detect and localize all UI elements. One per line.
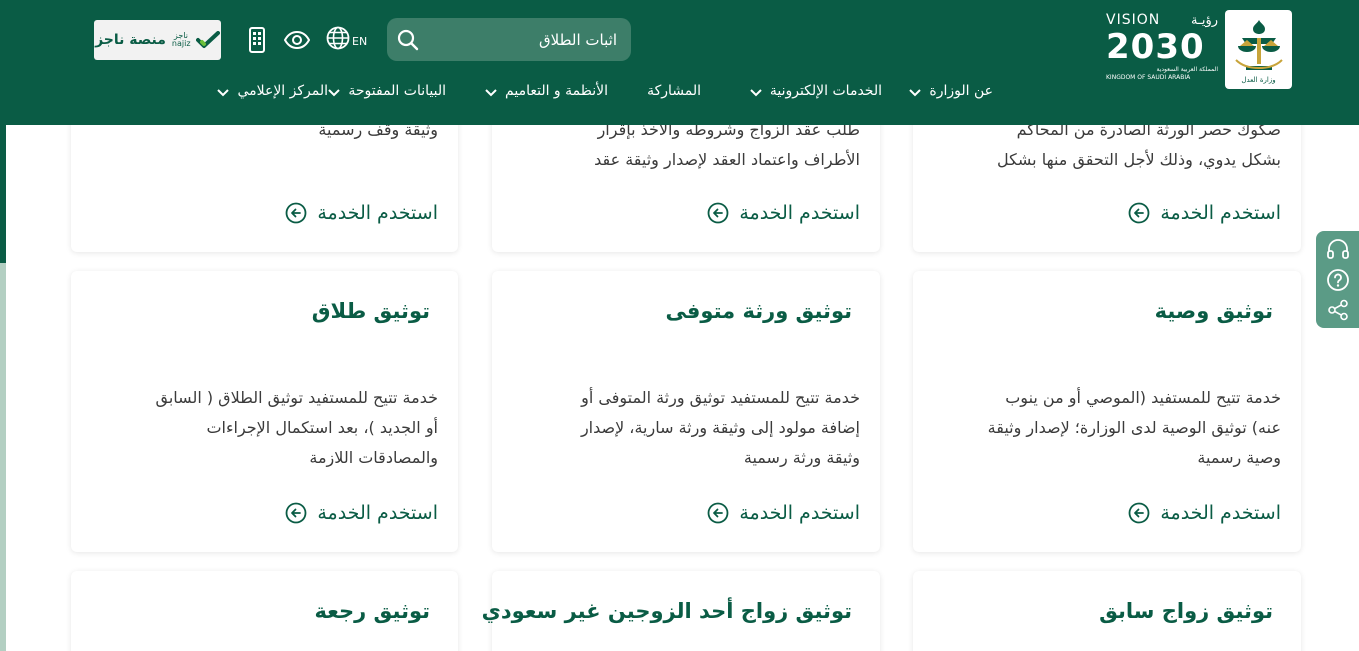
- nav-label: الخدمات الإلكترونية: [769, 83, 882, 99]
- service-card-title: توثيق ورثة متوفى: [665, 299, 852, 323]
- service-card-title: توثيق وصية: [1154, 299, 1273, 323]
- language-label: EN: [352, 35, 368, 48]
- use-service-link[interactable]: استخدم الخدمة: [1128, 202, 1281, 224]
- use-service-link[interactable]: استخدم الخدمة: [285, 502, 438, 524]
- use-service-link[interactable]: استخدم الخدمة: [707, 202, 860, 224]
- vision-number: 2030: [1106, 27, 1205, 67]
- vision-2030-logo: VISION رؤيـة 2030 المملكة العربية السعود…: [1106, 12, 1218, 88]
- chevron-down-icon: [217, 86, 230, 97]
- nav-label: المركز الإعلامي: [237, 83, 328, 99]
- headset-support-icon[interactable]: [1326, 238, 1350, 260]
- nav-label: البيانات المفتوحة: [348, 83, 446, 99]
- ministry-emblem-icon: [1234, 19, 1283, 70]
- help-question-icon[interactable]: [1326, 268, 1350, 292]
- arrow-left-circle-icon: [285, 502, 307, 524]
- service-card-title: توثيق طلاق: [311, 299, 430, 323]
- mobile-app-icon[interactable]: [243, 26, 271, 54]
- nav-e-services[interactable]: الخدمات الإلكترونية: [750, 81, 882, 101]
- vision-subtitle-arabic: المملكة العربية السعودية: [1156, 66, 1218, 73]
- eye-accessibility-icon[interactable]: [283, 26, 311, 54]
- service-card-heirs: توثيق ورثة متوفى خدمة تتيح للمستفيد توثي…: [492, 271, 880, 552]
- ministry-caption: وزارة العدل: [1241, 75, 1276, 84]
- najiz-logo-tag: ناجز najiz: [171, 31, 191, 48]
- service-card-description: خدمة تتيح للمستفيد توثيق ورثة المتوفى أو…: [580, 388, 860, 467]
- service-card-description: خدمة تتيح للمستفيد (الموصي أو من ينوب عن…: [987, 388, 1281, 467]
- vision-word: VISION: [1106, 12, 1161, 28]
- vision-arabic-word: رؤيـة: [1191, 12, 1218, 28]
- page-scrollbar[interactable]: [0, 125, 6, 651]
- search-icon[interactable]: [397, 29, 419, 51]
- chevron-down-icon: [485, 86, 497, 97]
- search-input[interactable]: [437, 30, 617, 49]
- nav-regulations[interactable]: الأنظمة و التعاميم: [485, 81, 608, 101]
- vision-subtitle-english: KINGDOM OF SAUDI ARABIA: [1106, 74, 1191, 81]
- najiz-platform-button[interactable]: منصة ناجز ناجز najiz: [94, 20, 221, 60]
- najiz-check-icon: [195, 31, 220, 49]
- chevron-down-icon: [909, 86, 922, 97]
- page-scrollbar-thumb[interactable]: [0, 125, 6, 263]
- language-switcher[interactable]: EN: [326, 26, 367, 50]
- nav-participation[interactable]: المشاركة: [647, 81, 701, 101]
- nav-open-data[interactable]: البيانات المفتوحة: [328, 81, 446, 101]
- arrow-left-circle-icon: [285, 202, 307, 224]
- service-card-divorce: توثيق طلاق خدمة تتيح للمستفيد توثيق الطل…: [71, 271, 458, 552]
- floating-help-widget: [1316, 231, 1359, 328]
- globe-icon: [326, 26, 350, 50]
- arrow-left-circle-icon: [1128, 202, 1150, 224]
- site-header: منصة ناجز ناجز najiz EN VISION رؤيـة 203…: [0, 0, 1359, 125]
- service-card-previous-marriage: توثيق زواج سابق: [913, 571, 1301, 651]
- nav-about-ministry[interactable]: عن الوزارة: [909, 81, 993, 101]
- arrow-left-circle-icon: [707, 502, 729, 524]
- use-service-link[interactable]: استخدم الخدمة: [1128, 502, 1281, 524]
- share-icon[interactable]: [1327, 299, 1349, 321]
- arrow-left-circle-icon: [1128, 502, 1150, 524]
- arrow-left-circle-icon: [707, 202, 729, 224]
- nav-label: المشاركة: [647, 83, 701, 99]
- service-card-foreign-spouse-marriage: توثيق زواج أحد الزوجين غير سعودي: [482, 571, 880, 651]
- use-service-link[interactable]: استخدم الخدمة: [285, 202, 438, 224]
- service-card-title: توثيق زواج سابق: [1099, 599, 1273, 623]
- chevron-down-icon: [328, 86, 341, 97]
- service-card-revocation: توثيق رجعة: [71, 571, 458, 651]
- search-bar[interactable]: [387, 18, 631, 61]
- nav-media-center[interactable]: المركز الإعلامي: [217, 81, 328, 101]
- nav-label: الأنظمة و التعاميم: [505, 83, 608, 99]
- nav-label: عن الوزارة: [929, 83, 993, 99]
- service-card-title: توثيق زواج أحد الزوجين غير سعودي: [481, 599, 852, 623]
- service-card-description: خدمة تتيح للمستفيد توثيق الطلاق ( السابق…: [155, 388, 439, 467]
- najiz-platform-label: منصة ناجز: [95, 32, 166, 48]
- service-card-will: توثيق وصية خدمة تتيح للمستفيد (الموصي أو…: [913, 271, 1301, 552]
- chevron-down-icon: [750, 86, 762, 97]
- service-card-title: توثيق رجعة: [314, 599, 430, 623]
- use-service-link[interactable]: استخدم الخدمة: [707, 502, 860, 524]
- ministry-of-justice-logo[interactable]: وزارة العدل: [1225, 10, 1292, 89]
